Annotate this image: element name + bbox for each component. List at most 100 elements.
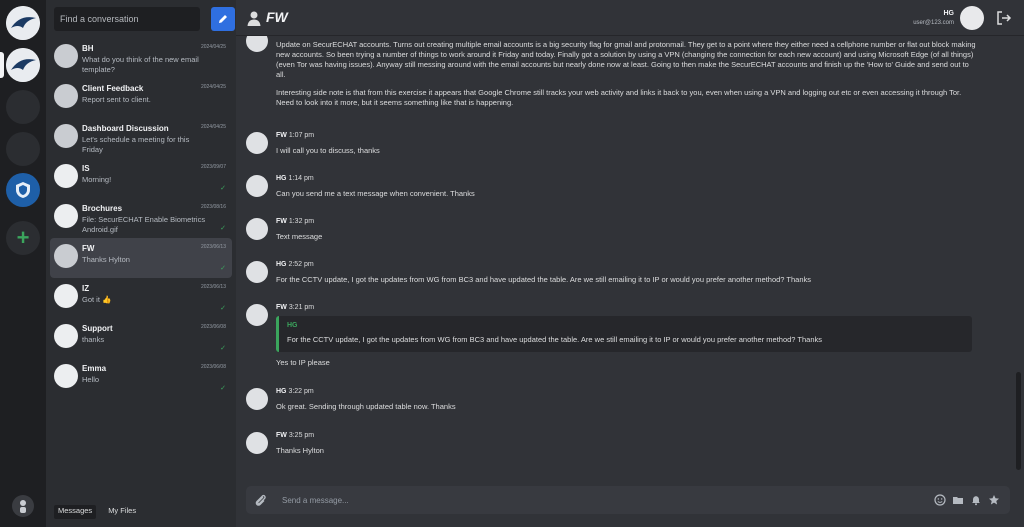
read-check-icon: ✓ bbox=[220, 345, 226, 352]
conversation-date: 2023/06/08 bbox=[200, 324, 226, 330]
conversation-item[interactable]: IZ 2023/06/13 Got it 👍 ✓ bbox=[50, 278, 232, 318]
add-server-button[interactable]: + bbox=[6, 221, 40, 255]
message-meta: HG 1:14 pm bbox=[276, 175, 314, 182]
conversation-preview: Let's schedule a meeting for this Friday bbox=[82, 135, 190, 154]
conversation-name: Dashboard Discussion bbox=[82, 124, 169, 133]
plus-icon: + bbox=[16, 225, 30, 250]
avatar bbox=[246, 36, 268, 52]
current-user-name: HG bbox=[943, 10, 955, 17]
user-status-avatar[interactable] bbox=[12, 495, 34, 517]
emoji-icon[interactable] bbox=[933, 493, 946, 506]
avatar bbox=[246, 175, 268, 197]
message-text: Interesting side note is that from this … bbox=[276, 88, 962, 107]
read-check-icon: ✓ bbox=[220, 225, 226, 232]
message-meta: FW 1:32 pm bbox=[276, 218, 314, 225]
avatar bbox=[54, 164, 78, 188]
avatar bbox=[54, 44, 78, 68]
server-shield[interactable] bbox=[6, 173, 40, 207]
message-meta: FW 1:07 pm bbox=[276, 132, 314, 139]
conversation-name: FW bbox=[82, 244, 95, 253]
conversation-item-active[interactable]: FW 2023/06/13 Thanks Hylton ✓ bbox=[50, 238, 232, 278]
avatar bbox=[54, 84, 78, 108]
conversation-preview: thanks bbox=[82, 335, 105, 344]
conversation-name: Emma bbox=[82, 364, 107, 373]
conversation-item[interactable]: Emma 2023/06/08 Hello ✓ bbox=[50, 358, 232, 398]
avatar bbox=[54, 244, 78, 268]
conversation-item[interactable]: IS 2023/09/07 Morning! ✓ bbox=[50, 158, 232, 198]
conversation-list: BH 2024/04/25 What do you think of the n… bbox=[50, 38, 232, 398]
message-meta: HG 3:22 pm bbox=[276, 388, 314, 395]
avatar bbox=[54, 324, 78, 348]
server-logo-2[interactable] bbox=[6, 48, 40, 82]
avatar bbox=[54, 124, 78, 148]
conversation-preview: What do you think of the new email templ… bbox=[82, 55, 199, 74]
conversation-item[interactable]: Client Feedback 2024/04/25 Report sent t… bbox=[50, 78, 232, 118]
conversation-preview: Morning! bbox=[82, 175, 112, 184]
star-icon[interactable] bbox=[987, 493, 1000, 506]
conversation-sidebar: BH 2024/04/25 What do you think of the n… bbox=[46, 0, 236, 527]
current-user-avatar[interactable] bbox=[960, 6, 984, 30]
quoted-author: HG bbox=[287, 322, 298, 329]
avatar bbox=[246, 432, 268, 454]
message-scrollbar[interactable] bbox=[1016, 372, 1021, 470]
message-text: Ok great. Sending through updated table … bbox=[276, 402, 456, 411]
read-check-icon: ✓ bbox=[220, 265, 226, 272]
message-time: 1:14 pm bbox=[288, 175, 314, 182]
quoted-reply[interactable]: HG For the CCTV update, I got the update… bbox=[276, 316, 972, 352]
conversation-date: 2023/09/07 bbox=[200, 164, 226, 170]
conversation-item[interactable]: Brochures 2023/08/16 File: SecurECHAT En… bbox=[50, 198, 232, 238]
new-conversation-button[interactable] bbox=[211, 7, 235, 31]
avatar bbox=[246, 304, 268, 326]
read-check-icon: ✓ bbox=[220, 305, 226, 312]
pencil-icon bbox=[219, 15, 227, 23]
message-text: Can you send me a text message when conv… bbox=[276, 189, 475, 198]
folder-icon[interactable] bbox=[951, 493, 964, 506]
conversation-preview: File: SecurECHAT Enable Biometrics Andro… bbox=[82, 215, 206, 234]
conversation-date: 2023/06/08 bbox=[200, 364, 226, 370]
bell-icon[interactable] bbox=[969, 493, 982, 506]
paperclip-icon[interactable] bbox=[252, 492, 268, 508]
message-text: I will call you to discuss, thanks bbox=[276, 146, 380, 155]
search-input[interactable] bbox=[54, 7, 200, 31]
server-3[interactable] bbox=[6, 90, 40, 124]
shield-icon bbox=[16, 182, 30, 198]
user-icon bbox=[247, 11, 261, 26]
conversation-item[interactable]: Support 2023/06/08 thanks ✓ bbox=[50, 318, 232, 358]
author-name: FW bbox=[276, 304, 287, 311]
message-text: Update on SecurECHAT accounts. Turns out… bbox=[276, 40, 976, 79]
avatar bbox=[54, 364, 78, 388]
conversation-item[interactable]: Dashboard Discussion 2024/04/25 Let's sc… bbox=[50, 118, 232, 158]
logout-icon[interactable] bbox=[996, 10, 1012, 26]
tab-messages[interactable]: Messages bbox=[54, 505, 97, 519]
server-logo-1[interactable] bbox=[6, 6, 40, 40]
avatar bbox=[246, 218, 268, 240]
conversation-item[interactable]: BH 2024/04/25 What do you think of the n… bbox=[50, 38, 232, 78]
chat-header: FW HG user@123.com bbox=[236, 0, 1024, 36]
message-input[interactable] bbox=[282, 490, 882, 510]
author-name: HG bbox=[276, 175, 287, 182]
conversation-date: 2024/04/25 bbox=[200, 84, 226, 90]
message-time: 1:07 pm bbox=[288, 132, 315, 139]
message-meta: FW 3:21 pm bbox=[276, 304, 314, 311]
active-server-indicator bbox=[0, 52, 4, 78]
conversation-date: 2023/06/13 bbox=[200, 284, 226, 290]
server-rail: + bbox=[0, 0, 46, 527]
conversation-preview: Got it 👍 bbox=[82, 295, 112, 304]
message-meta: HG 2:52 pm bbox=[276, 261, 314, 268]
conversation-name: BH bbox=[82, 44, 94, 53]
conversation-name: IZ bbox=[82, 284, 90, 293]
message-text: Yes to IP please bbox=[276, 358, 330, 367]
message-meta: FW 3:25 pm bbox=[276, 432, 314, 439]
conversation-name: Support bbox=[82, 324, 113, 333]
app-root: + BH 2024/04/25 What do you think of the… bbox=[0, 0, 1024, 527]
read-check-icon: ✓ bbox=[220, 185, 226, 192]
message-list: Update on SecurECHAT accounts. Turns out… bbox=[236, 36, 1016, 482]
read-check-icon: ✓ bbox=[220, 385, 226, 392]
chat-title: FW bbox=[266, 9, 288, 25]
server-4[interactable] bbox=[6, 132, 40, 166]
conversation-preview: Hello bbox=[82, 375, 100, 384]
conversation-date: 2024/04/25 bbox=[200, 44, 226, 50]
tab-my-files[interactable]: My Files bbox=[104, 505, 140, 519]
author-name: FW bbox=[276, 218, 287, 225]
author-name: HG bbox=[276, 388, 287, 395]
